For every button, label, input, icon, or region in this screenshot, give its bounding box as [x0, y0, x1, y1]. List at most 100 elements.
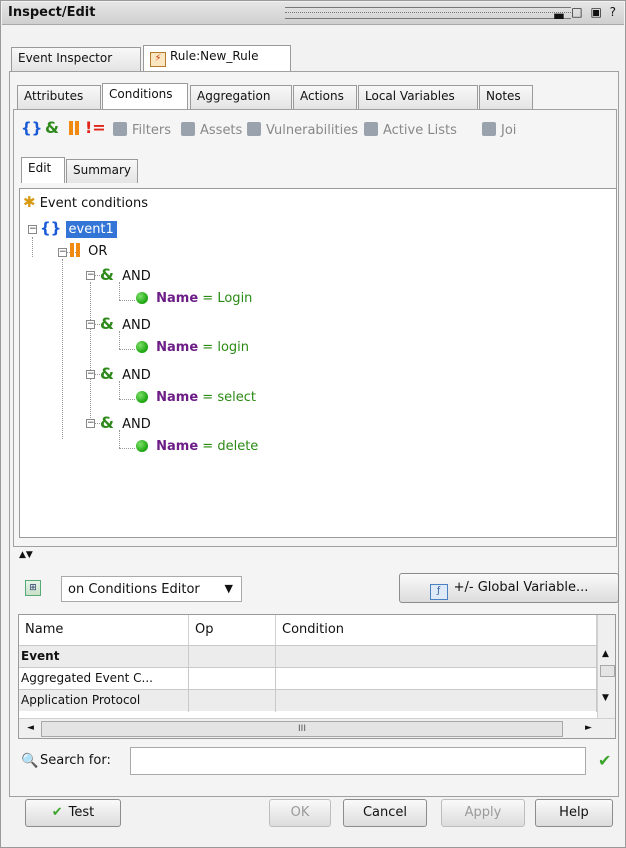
- collapse-toggle[interactable]: −: [86, 370, 95, 379]
- condition-icon: [136, 341, 148, 353]
- tab-notes[interactable]: Notes: [479, 85, 533, 109]
- scroll-grip: III: [298, 724, 306, 734]
- tree-node-condition[interactable]: Name = delete: [136, 439, 258, 454]
- toolbar-active-lists[interactable]: Active Lists: [364, 122, 457, 138]
- tree-node-and[interactable]: & AND: [100, 364, 151, 383]
- condition-field: Name: [156, 390, 199, 405]
- vertical-scrollbar[interactable]: ▲ ▼: [597, 615, 615, 718]
- toolbar-join[interactable]: Joi: [482, 122, 516, 138]
- check-icon: ✔: [51, 805, 63, 820]
- vulnerabilities-icon: [247, 122, 261, 136]
- tab-label: Event Inspector: [18, 51, 113, 65]
- tree-node-and[interactable]: & AND: [100, 413, 151, 432]
- global-variable-button[interactable]: ƒ +/- Global Variable...: [399, 573, 619, 603]
- ok-button-label: OK: [290, 805, 310, 820]
- tree-node-event[interactable]: {} event1: [40, 219, 117, 238]
- tree-root-label: Event conditions: [39, 196, 148, 211]
- cancel-button[interactable]: Cancel: [343, 799, 427, 827]
- tab-conditions[interactable]: Conditions: [102, 83, 188, 109]
- scroll-thumb[interactable]: III: [41, 721, 563, 737]
- search-row: 🔍 Search for: ✔: [18, 747, 616, 777]
- help-button[interactable]: Help: [535, 799, 613, 827]
- cell-op: [189, 690, 276, 712]
- or-icon: [70, 243, 80, 257]
- scroll-up-icon[interactable]: ▲: [602, 649, 609, 659]
- filters-icon: [113, 122, 127, 136]
- tab-summary[interactable]: Summary: [66, 159, 138, 183]
- scroll-left-icon[interactable]: ◄: [27, 723, 34, 733]
- add-event-icon[interactable]: {}: [21, 119, 42, 137]
- minimize-icon[interactable]: ▃: [554, 5, 565, 19]
- toolbar-vulnerabilities[interactable]: Vulnerabilities: [247, 122, 358, 138]
- toolbar-label: Vulnerabilities: [266, 123, 358, 138]
- test-button[interactable]: ✔ Test: [25, 799, 121, 827]
- tab-label: Aggregation: [197, 89, 271, 103]
- restore-icon[interactable]: □: [571, 5, 584, 19]
- collapse-toggle[interactable]: −: [28, 225, 37, 234]
- collapse-toggle[interactable]: −: [86, 271, 95, 280]
- search-label: Search for:: [40, 753, 111, 768]
- drag-grip[interactable]: [285, 7, 571, 19]
- condition-icon: [136, 440, 148, 452]
- tab-label: Local Variables: [365, 89, 455, 103]
- table-row[interactable]: Application Protocol: [19, 689, 597, 712]
- cell-op: [189, 646, 276, 668]
- tree-node-condition[interactable]: Name = Login: [136, 291, 252, 306]
- search-icon: 🔍: [21, 753, 39, 769]
- cell-condition: [276, 668, 597, 690]
- help-icon[interactable]: ?: [610, 5, 618, 19]
- or-icon: [69, 121, 79, 135]
- tree-node-and[interactable]: & AND: [100, 314, 151, 333]
- toolbar-label: Active Lists: [383, 123, 457, 138]
- title-bar[interactable]: Inspect/Edit ▃ □ ▣ ?: [2, 2, 624, 25]
- editor-dropdown-value: on Conditions Editor: [68, 582, 200, 597]
- add-not-icon[interactable]: !=: [85, 118, 106, 137]
- tab-actions[interactable]: Actions: [293, 85, 357, 109]
- tab-event-inspector[interactable]: Event Inspector: [11, 47, 141, 71]
- condition-operator: =: [202, 439, 214, 454]
- splitter-arrows[interactable]: ▲▼: [19, 551, 33, 560]
- toolbar-assets[interactable]: Assets: [181, 122, 242, 138]
- toolbar-filters[interactable]: Filters: [113, 122, 171, 138]
- column-header-op[interactable]: Op: [189, 615, 276, 645]
- tab-aggregation[interactable]: Aggregation: [190, 85, 292, 109]
- maximize-icon[interactable]: ▣: [590, 5, 603, 19]
- collapse-toggle[interactable]: −: [86, 320, 95, 329]
- editor-dropdown[interactable]: on Conditions Editor ▼: [61, 576, 242, 602]
- collapse-toggle[interactable]: −: [58, 248, 67, 257]
- tab-rule-new-rule[interactable]: ⚡ Rule:New_Rule: [143, 45, 291, 71]
- add-and-icon[interactable]: &: [45, 118, 59, 137]
- fields-table[interactable]: Name Op Condition Event Aggregated Event…: [18, 614, 616, 739]
- horizontal-scrollbar[interactable]: ◄ III ►: [19, 718, 615, 738]
- cell-name: Aggregated Event C...: [19, 668, 189, 690]
- window-controls: ▃ □ ▣ ?: [554, 5, 618, 19]
- column-header-name[interactable]: Name: [19, 615, 189, 645]
- tree-node-condition[interactable]: Name = select: [136, 390, 256, 405]
- condition-operator: =: [202, 291, 214, 306]
- tree-node-condition[interactable]: Name = login: [136, 340, 249, 355]
- tree-node-and[interactable]: & AND: [100, 265, 151, 284]
- tab-edit[interactable]: Edit: [21, 157, 65, 183]
- editor-icon[interactable]: ⊞: [25, 580, 41, 596]
- scroll-down-icon[interactable]: ▼: [602, 693, 609, 703]
- add-or-icon[interactable]: [69, 121, 79, 137]
- ok-button[interactable]: OK: [269, 799, 331, 827]
- condition-operator: =: [202, 390, 214, 405]
- collapse-toggle[interactable]: −: [86, 419, 95, 428]
- conditions-tree[interactable]: ✱ Event conditions − {} event1 − OR − & …: [19, 188, 617, 538]
- apply-button[interactable]: Apply: [441, 799, 525, 827]
- scroll-right-icon[interactable]: ►: [585, 723, 592, 733]
- and-label: AND: [122, 368, 151, 383]
- table-row[interactable]: Event: [19, 645, 597, 668]
- join-icon: [482, 122, 496, 136]
- tab-label: Summary: [73, 163, 131, 177]
- tree-root[interactable]: ✱ Event conditions: [23, 193, 148, 211]
- tab-attributes[interactable]: Attributes: [17, 85, 101, 109]
- tree-node-or[interactable]: OR: [70, 243, 107, 259]
- table-row[interactable]: Aggregated Event C...: [19, 667, 597, 690]
- cell-name: Application Protocol: [19, 690, 189, 712]
- search-input[interactable]: [130, 747, 586, 775]
- tab-local-variables[interactable]: Local Variables: [358, 85, 478, 109]
- scroll-thumb[interactable]: [600, 665, 615, 677]
- column-header-condition[interactable]: Condition: [276, 615, 597, 645]
